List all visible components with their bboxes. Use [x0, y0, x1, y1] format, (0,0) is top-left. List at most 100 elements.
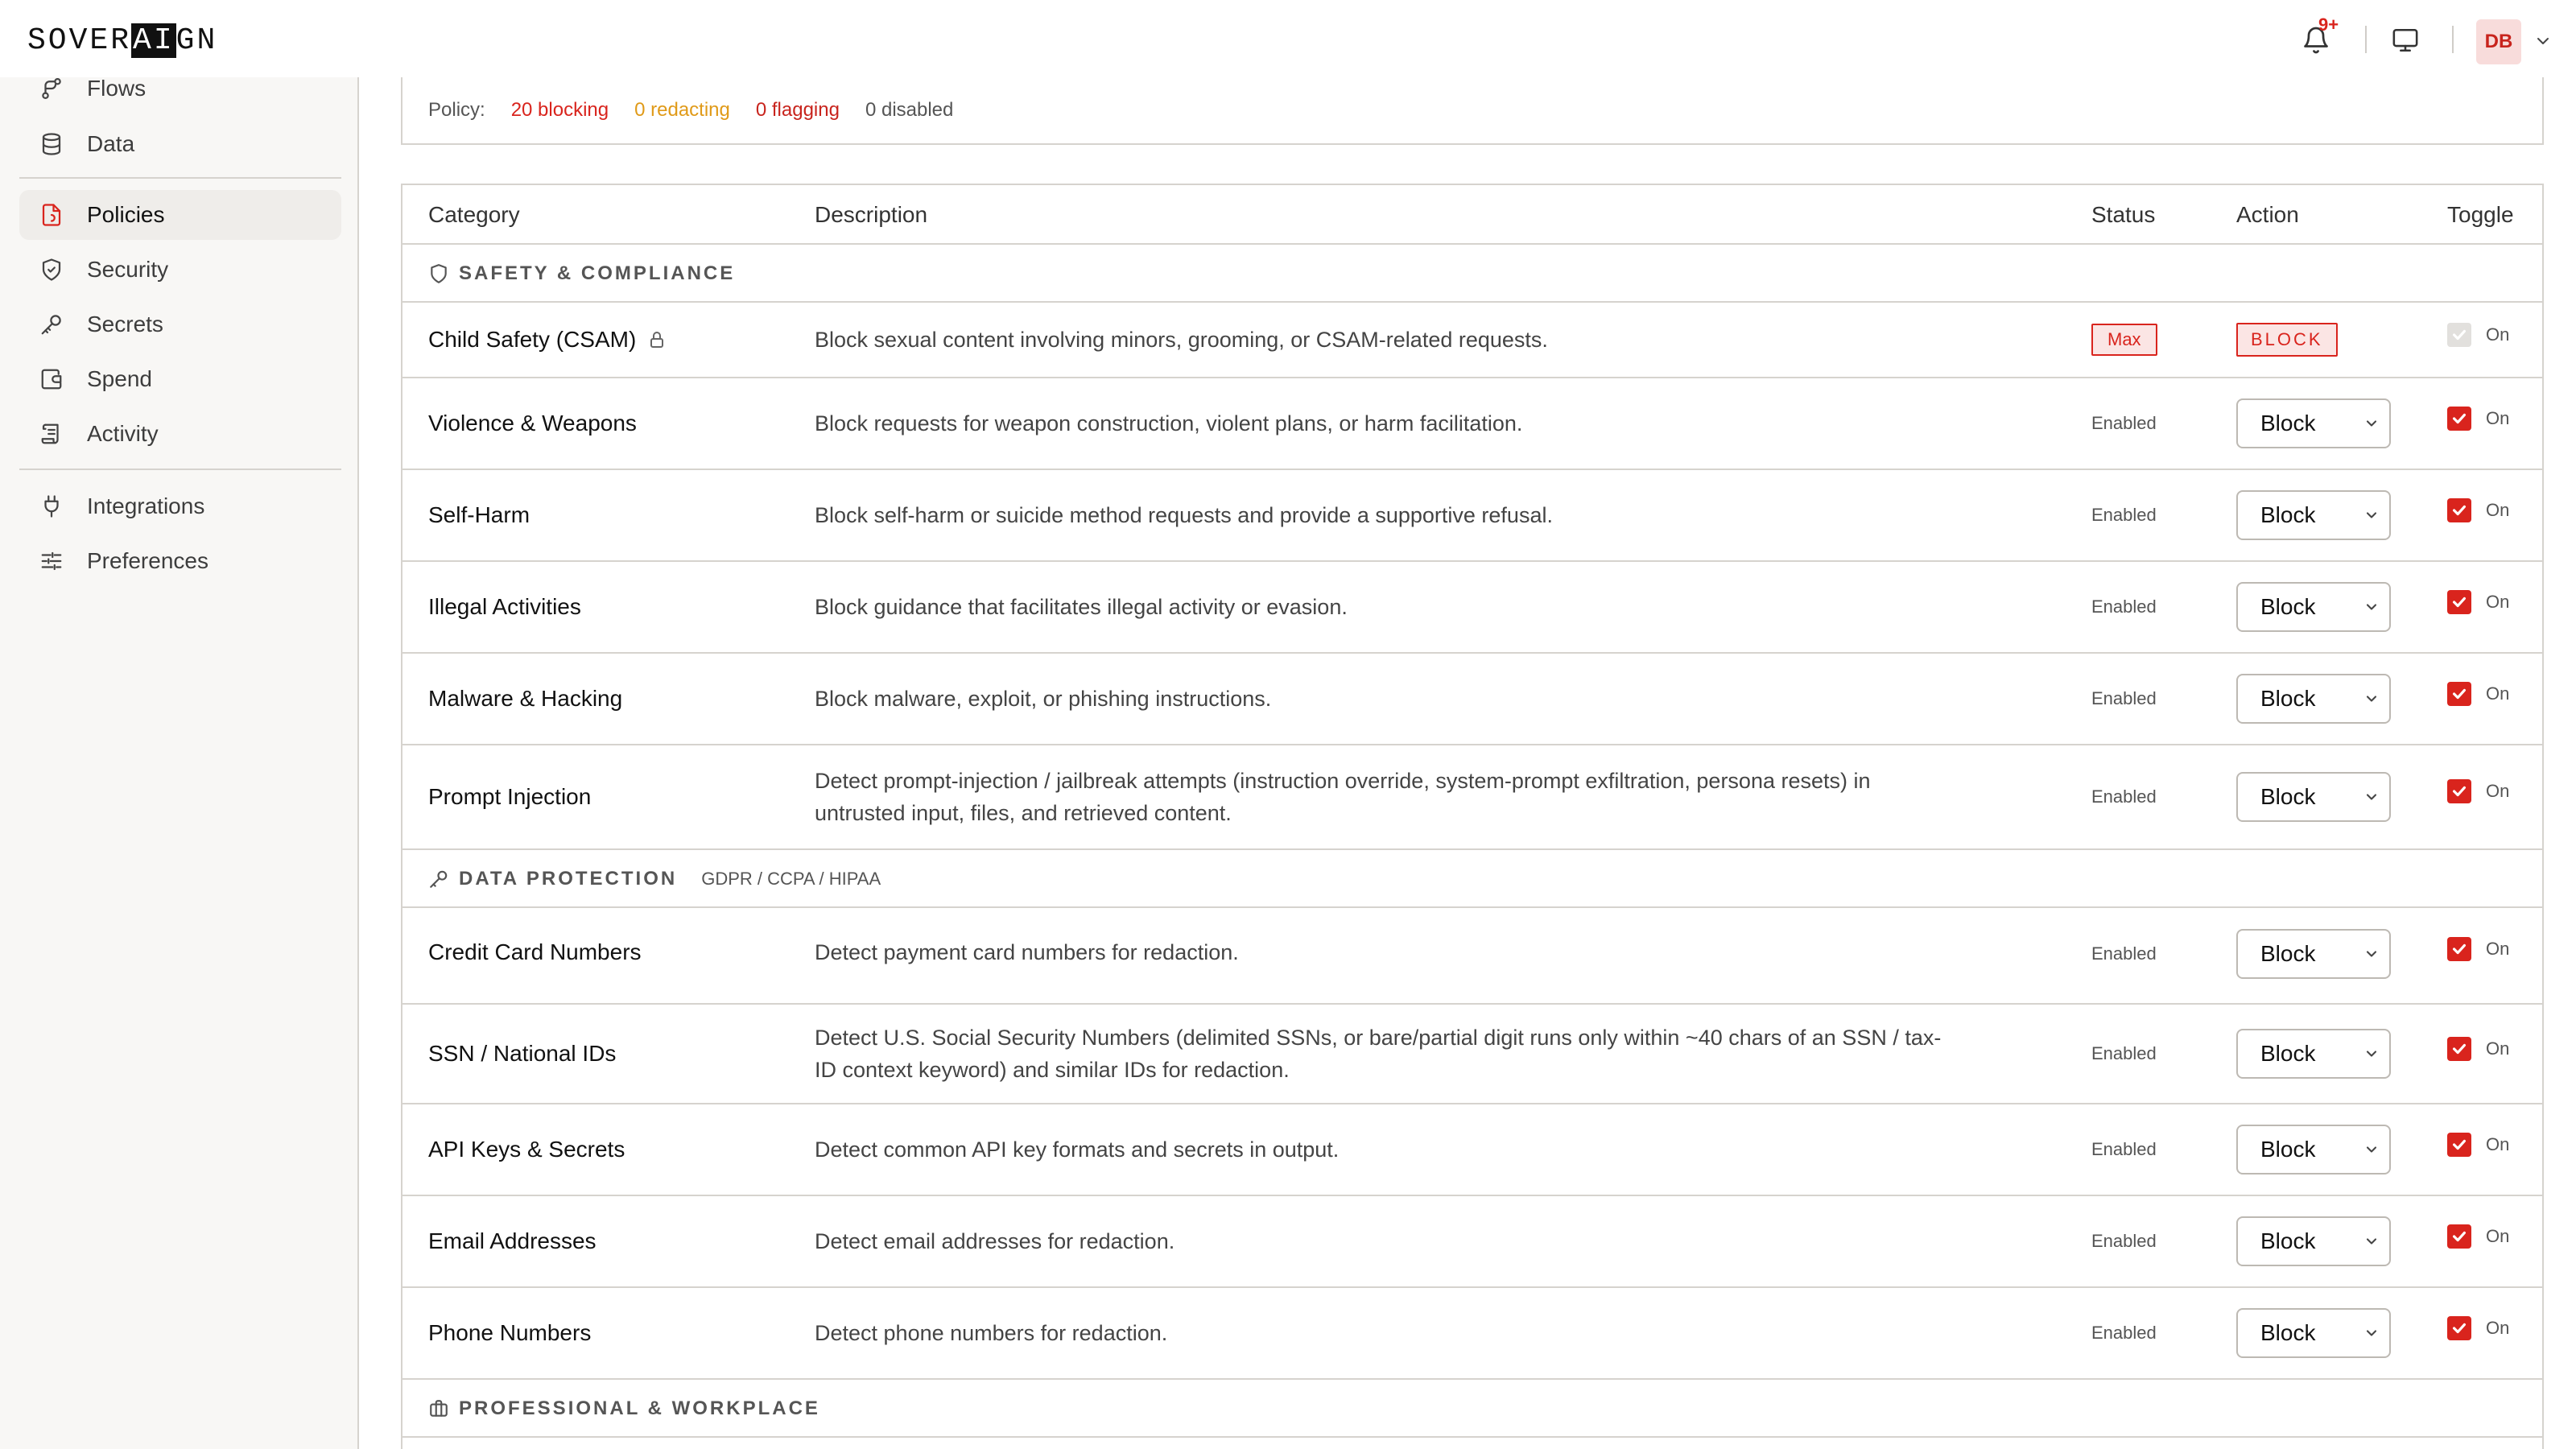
sidebar-divider	[19, 469, 341, 470]
action-select[interactable]: Block	[2236, 490, 2391, 540]
shield-icon	[428, 263, 449, 284]
row-status: Enabled	[2091, 688, 2157, 708]
column-header-status: Status	[2091, 202, 2156, 227]
row-category: SSN / National IDs	[428, 1041, 617, 1066]
logo[interactable]: SOVERAIGN	[27, 21, 217, 61]
row-status: Enabled	[2091, 1231, 2157, 1251]
action-select-value: Block	[2260, 411, 2316, 436]
sidebar-item-preferences[interactable]: Preferences	[19, 536, 341, 586]
chevron-down-icon	[2363, 1046, 2380, 1062]
toggle-label: On	[2486, 781, 2510, 801]
policy-summary-label: Policy:	[428, 99, 485, 121]
action-select[interactable]: Block	[2236, 1029, 2391, 1079]
key-icon	[35, 308, 68, 341]
row-description: Detect prompt-injection / jailbreak atte…	[815, 745, 2022, 848]
chevron-down-icon	[2363, 789, 2380, 805]
policies-table: Category Description Status Action Toggl…	[401, 184, 2544, 1449]
section-subtitle: GDPR / CCPA / HIPAA	[701, 869, 881, 889]
app-root: SOVERAIGN 9+ DB Flows Data Policies Secu…	[0, 0, 2576, 1449]
flow-icon	[35, 72, 68, 105]
chevron-down-icon	[2363, 1325, 2380, 1341]
sidebar-item-spend[interactable]: Spend	[19, 354, 341, 404]
row-category: Phone Numbers	[428, 1320, 592, 1345]
toggle-label: On	[2486, 324, 2510, 345]
action-select-value: Block	[2260, 686, 2316, 711]
row-status: Enabled	[2091, 413, 2157, 433]
table-row: Violence & Weapons Block requests for we…	[402, 378, 2542, 470]
shield-icon	[35, 254, 68, 286]
table-row: Prompt Injection Detect prompt-injection…	[402, 745, 2542, 850]
section-header: DATA PROTECTION GDPR / CCPA / HIPAA	[402, 850, 2542, 908]
action-select[interactable]: Block	[2236, 674, 2391, 724]
top-bar: SOVERAIGN 9+ DB	[0, 0, 2576, 77]
row-status: Enabled	[2091, 786, 2157, 807]
section-title: PROFESSIONAL & WORKPLACE	[459, 1397, 820, 1419]
toggle-checkbox[interactable]	[2447, 1037, 2471, 1061]
row-description: Block guidance that facilitates illegal …	[815, 595, 1348, 619]
row-description-line: Detect prompt-injection / jailbreak atte…	[815, 769, 1871, 793]
sidebar-item-label: Flows	[87, 76, 147, 101]
sidebar-item-label: Integrations	[87, 493, 205, 518]
chevron-down-icon	[2363, 507, 2380, 523]
row-description: Block sexual content involving minors, g…	[815, 328, 1548, 352]
action-select-value: Block	[2260, 502, 2316, 527]
sidebar-item-security[interactable]: Security	[19, 245, 341, 295]
toggle-label: On	[2486, 408, 2510, 428]
toggle-checkbox[interactable]	[2447, 407, 2471, 431]
toggle-checkbox[interactable]	[2447, 498, 2471, 522]
disabled-count[interactable]: 0 disabled	[865, 99, 953, 122]
toggle-checkbox[interactable]	[2447, 1224, 2471, 1249]
action-select[interactable]: Block	[2236, 1308, 2391, 1358]
toggle-checkbox[interactable]	[2447, 323, 2471, 347]
table-header: Category Description Status Action Toggl…	[402, 185, 2542, 245]
monitor-icon[interactable]	[2388, 23, 2423, 58]
chevron-down-icon	[2363, 599, 2380, 615]
chevron-down-icon	[2363, 691, 2380, 707]
toggle-checkbox[interactable]	[2447, 682, 2471, 706]
action-select[interactable]: Block	[2236, 772, 2391, 822]
sidebar-item-integrations[interactable]: Integrations	[19, 481, 341, 531]
action-select[interactable]: Block	[2236, 582, 2391, 632]
table-row: API Keys & Secrets Detect common API key…	[402, 1104, 2542, 1196]
avatar[interactable]: DB	[2476, 19, 2521, 64]
section-title: DATA PROTECTION	[459, 868, 678, 890]
flagging-count[interactable]: 0 flagging	[756, 99, 840, 122]
status-badge: Max	[2091, 324, 2157, 356]
row-description: Detect email addresses for redaction.	[815, 1229, 1175, 1253]
row-description: Detect payment card numbers for redactio…	[815, 940, 1239, 964]
table-row: Credit Card Numbers Detect payment card …	[402, 908, 2542, 1005]
sidebar-item-secrets[interactable]: Secrets	[19, 299, 341, 349]
row-description: Block malware, exploit, or phishing inst…	[815, 687, 1272, 711]
sidebar-item-label: Spend	[87, 366, 152, 391]
toggle-checkbox[interactable]	[2447, 1133, 2471, 1157]
action-select[interactable]: Block	[2236, 929, 2391, 979]
row-category: API Keys & Secrets	[428, 1137, 625, 1162]
column-header-toggle: Toggle	[2447, 202, 2514, 227]
toggle-checkbox[interactable]	[2447, 1316, 2471, 1340]
sidebar-item-activity[interactable]: Activity	[19, 409, 341, 459]
logo-text-start: SOVER	[27, 23, 132, 58]
chevron-down-icon[interactable]	[2531, 29, 2555, 53]
row-description-line: ID context keyword) and similar IDs for …	[815, 1058, 1290, 1082]
sidebar-item-label: Data	[87, 131, 135, 156]
row-description-line: Detect U.S. Social Security Numbers (del…	[815, 1026, 1942, 1050]
blocking-count[interactable]: 20 blocking	[511, 99, 609, 122]
toggle-checkbox[interactable]	[2447, 590, 2471, 614]
redacting-count[interactable]: 0 redacting	[634, 99, 730, 122]
chevron-down-icon	[2363, 415, 2380, 431]
chevron-down-icon	[2363, 1141, 2380, 1158]
action-select[interactable]: Block	[2236, 1125, 2391, 1174]
row-status: Enabled	[2091, 597, 2157, 617]
row-description: Detect common API key formats and secret…	[815, 1137, 1340, 1162]
sidebar-item-label: Preferences	[87, 548, 208, 573]
row-description: Block self-harm or suicide method reques…	[815, 503, 1553, 527]
action-select-value: Block	[2260, 1228, 2316, 1253]
toggle-checkbox[interactable]	[2447, 779, 2471, 803]
toggle-checkbox[interactable]	[2447, 937, 2471, 961]
sidebar-item-policies[interactable]: Policies	[19, 190, 341, 240]
plug-icon	[35, 490, 68, 522]
sidebar-item-flows[interactable]: Flows	[19, 76, 341, 103]
action-select[interactable]: Block	[2236, 398, 2391, 448]
sidebar-item-data[interactable]: Data	[19, 119, 341, 169]
action-select[interactable]: Block	[2236, 1216, 2391, 1266]
